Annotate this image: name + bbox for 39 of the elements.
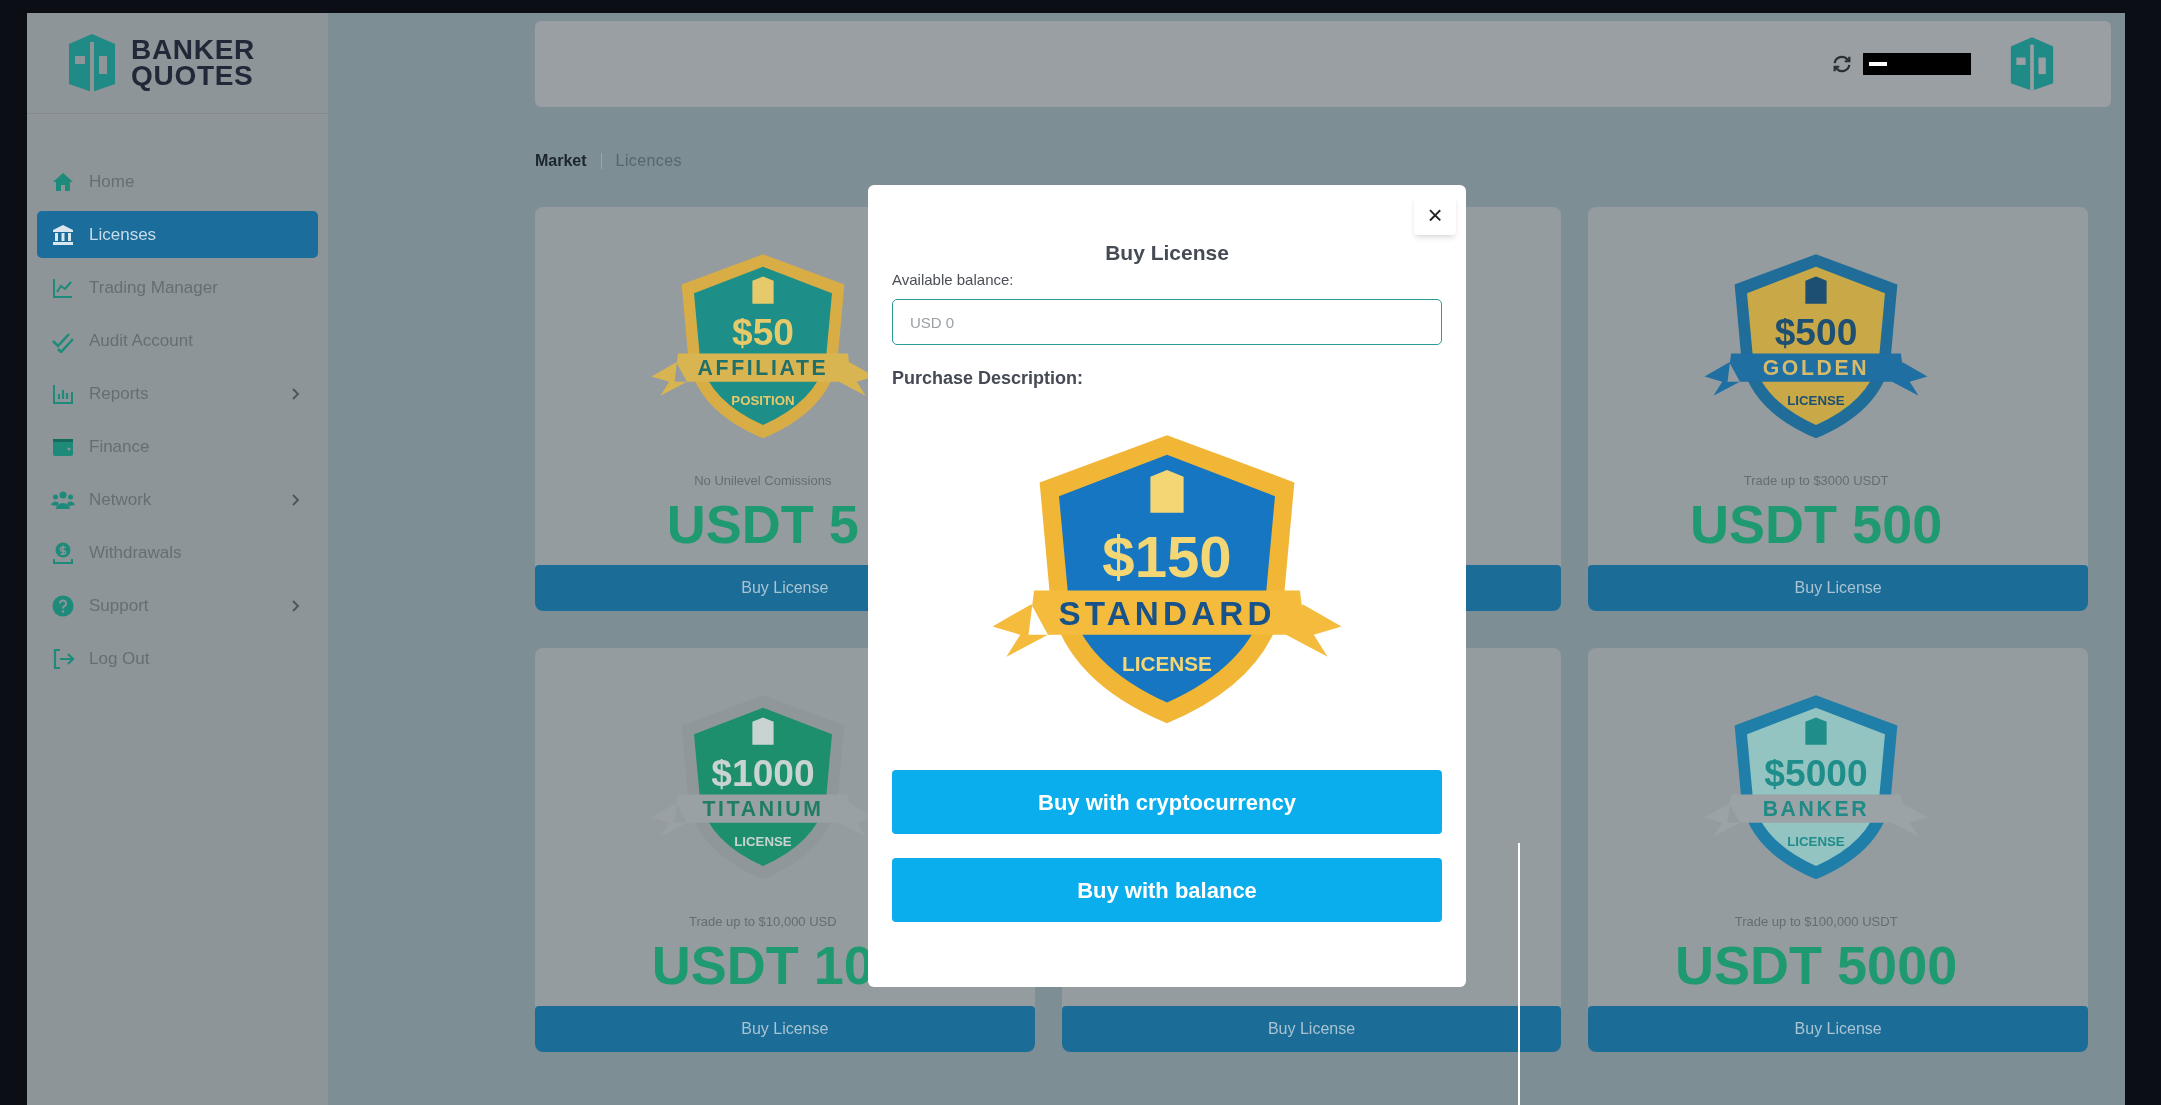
badge-amount: $50 (731, 310, 794, 353)
modal-title: Buy License (1105, 240, 1229, 266)
money-icon (51, 540, 75, 565)
badge-amount: $5000 (1764, 751, 1868, 794)
badge-subtitle: LICENSE (1122, 651, 1212, 675)
badge-amount: $1000 (711, 751, 815, 794)
badge-amount: $500 (1774, 310, 1858, 353)
badge-subtitle: LICENSE (734, 833, 792, 849)
balance-label: Available balance: (892, 269, 1015, 290)
breadcrumb-item[interactable]: Market (535, 149, 587, 173)
badge-ribbon-text: BANKER (1762, 797, 1870, 821)
badge-amount: $150 (1102, 523, 1232, 589)
badge-ribbon-text: AFFILIATE (697, 356, 829, 380)
badge-subtitle: POSITION (731, 392, 795, 408)
help-icon (51, 593, 75, 618)
license-price: USDT 5000 (1675, 933, 1958, 996)
buy-license-button[interactable]: Buy License (1588, 1006, 2088, 1052)
buy-license-button[interactable]: Buy License (1588, 565, 2088, 611)
buy-license-button[interactable]: Buy License (535, 1006, 1035, 1052)
logo-text: BANKER (131, 37, 255, 63)
purchase-description-label: Purchase Description: (892, 367, 1085, 390)
logo-icon (67, 32, 117, 94)
balance-field[interactable]: USD 0 (892, 299, 1442, 345)
logout-icon (51, 646, 75, 671)
purchase-button[interactable]: Buy with balance (892, 858, 1442, 922)
buy-license-button[interactable]: Buy License (1061, 1006, 1562, 1052)
purchase-button[interactable]: Buy with cryptocurrency (892, 770, 1442, 834)
badge-subtitle: LICENSE (1787, 392, 1845, 408)
badge-ribbon-text: TITANIUM (702, 797, 824, 821)
close-button[interactable]: × (1414, 195, 1456, 235)
bank-icon (51, 222, 75, 247)
refresh-icon[interactable] (1831, 53, 1853, 75)
badge-ribbon-text: GOLDEN (1762, 356, 1870, 380)
license-price: USDT 500 (1690, 492, 1943, 555)
badge-ribbon-text: STANDARD (1058, 594, 1276, 632)
license-price: USDT 5 (666, 492, 859, 555)
sidebar-item[interactable]: Licenses (37, 211, 318, 258)
logo-text: QUOTES (131, 63, 255, 89)
badge-subtitle: LICENSE (1787, 833, 1845, 849)
